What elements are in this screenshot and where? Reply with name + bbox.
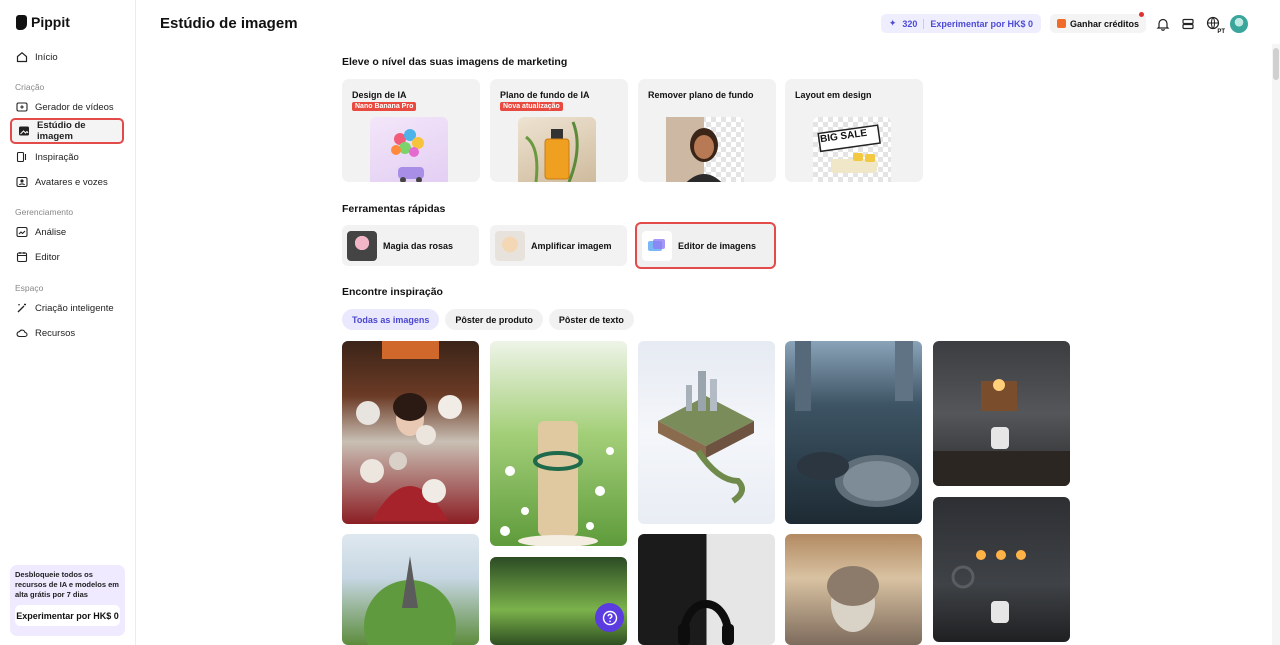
- cloud-icon: [16, 327, 28, 339]
- feature-badge: Nova atualização: [500, 102, 563, 111]
- dog-thumbnail: [495, 230, 525, 261]
- brand-name: Pippit: [31, 14, 70, 30]
- image-studio-icon: [18, 125, 30, 137]
- top-bar: ✦ 320 Experimentar por HK$ 0 Ganhar créd…: [880, 12, 1248, 35]
- sidebar-item-label: Editor: [35, 251, 60, 263]
- divider: [923, 18, 925, 29]
- sidebar-item-inspiration[interactable]: Inspiração: [10, 144, 124, 170]
- upgrade-promo-card: Desbloqueie todos os recursos de IA e mo…: [10, 565, 125, 636]
- sidebar-item-label: Início: [35, 51, 58, 63]
- feature-title: Design de IA: [352, 90, 407, 100]
- inspiration-icon: [16, 151, 28, 163]
- sidebar-item-label: Recursos: [35, 327, 76, 339]
- section-label-creation: Criação: [15, 82, 45, 92]
- sidebar-item-avatars-voices[interactable]: Avatares e vozes: [10, 169, 124, 195]
- gallery-image-earbuds-dark[interactable]: [933, 341, 1070, 486]
- pippit-logo-icon: [16, 14, 27, 30]
- sidebar-item-label: Gerador de vídeos: [35, 101, 114, 113]
- gift-icon: [1056, 19, 1066, 28]
- storage-icon[interactable]: [1180, 16, 1196, 32]
- earn-credits-button[interactable]: Ganhar créditos: [1049, 12, 1146, 33]
- promo-text: Desbloqueie todos os recursos de IA e mo…: [15, 570, 119, 599]
- feature-card-layout-design[interactable]: Layout em design BIG SALE: [785, 79, 923, 182]
- scrollbar-track[interactable]: [1272, 44, 1280, 645]
- gallery-image-woman-with-cats[interactable]: [342, 341, 479, 524]
- language-badge: PT: [1217, 28, 1225, 35]
- avatar-voice-icon: [16, 176, 28, 188]
- sidebar-item-editor[interactable]: Editor: [10, 244, 124, 270]
- feature-badge: Nano Banana Pro: [352, 102, 417, 111]
- sidebar-item-label: Estúdio de imagem: [37, 120, 86, 142]
- home-icon: [16, 51, 28, 63]
- perfume-bottle-image: [518, 117, 596, 182]
- gallery-image-manhole-cover[interactable]: [785, 341, 922, 524]
- sidebar-item-label: Criação inteligente: [35, 302, 114, 314]
- tab-all-images[interactable]: Todas as imagens: [342, 309, 440, 330]
- feature-card-remove-background[interactable]: Remover plano de fundo: [638, 79, 776, 182]
- help-button[interactable]: [595, 603, 624, 632]
- rose-thumbnail: [347, 230, 377, 261]
- sidebar-item-video-generator[interactable]: Gerador de vídeos: [10, 94, 124, 120]
- section-label-space: Espaço: [15, 283, 44, 293]
- image-editor-thumbnail: [642, 230, 672, 261]
- sidebar-item-label: Avatares e vozes: [35, 176, 108, 188]
- inspiration-title: Encontre inspiração: [342, 286, 443, 298]
- quick-tools-title: Ferramentas rápidas: [342, 203, 446, 215]
- sidebar-item-label: Inspiração: [35, 151, 79, 163]
- feature-title: Plano de fundo de IA: [500, 90, 590, 100]
- feature-card-ai-design[interactable]: Design de IA Nano Banana Pro: [342, 79, 480, 182]
- sidebar-item-analytics[interactable]: Análise: [10, 219, 124, 245]
- scrollbar-thumb[interactable]: [1273, 48, 1279, 80]
- gallery-image-earbuds-bulbs[interactable]: [933, 497, 1070, 642]
- sidebar-item-image-studio[interactable]: Estúdio de imagem: [10, 118, 124, 144]
- earn-credits-label: Ganhar créditos: [1069, 18, 1139, 29]
- feature-card-ai-background[interactable]: Plano de fundo de IA Nova atualização: [490, 79, 628, 182]
- bell-icon[interactable]: [1155, 16, 1171, 32]
- quick-tool-label: Amplificar imagem: [531, 240, 612, 251]
- help-question-icon: [602, 610, 617, 625]
- sidebar-item-home[interactable]: Início: [10, 44, 124, 70]
- sidebar-item-smart-creation[interactable]: Criação inteligente: [10, 295, 124, 321]
- gallery-image-eiffel-tower-globe[interactable]: [342, 534, 479, 645]
- credits-count: 320: [902, 18, 918, 29]
- gallery-image-statue-city[interactable]: [785, 534, 922, 645]
- promo-trial-button[interactable]: Experimentar por HK$ 0: [15, 605, 120, 626]
- tab-product-poster[interactable]: Pôster de produto: [445, 309, 543, 330]
- calendar-icon: [16, 251, 28, 263]
- quick-tool-label: Editor de imagens: [678, 240, 757, 251]
- analytics-icon: [16, 226, 28, 238]
- inspiration-tabs: Todas as imagens Pôster de produto Pôste…: [342, 309, 634, 330]
- big-sale-sofa-image: BIG SALE: [813, 117, 891, 182]
- portrait-cutout-image: [666, 117, 744, 182]
- video-plus-icon: [16, 101, 28, 113]
- sidebar: Pippit Início Criação Gerador de vídeos …: [0, 0, 136, 645]
- magic-wand-icon: [16, 302, 28, 314]
- trial-label: Experimentar por HK$ 0: [930, 18, 1033, 29]
- feature-title: Layout em design: [795, 90, 872, 100]
- credits-trial-pill[interactable]: ✦ 320 Experimentar por HK$ 0: [880, 14, 1041, 33]
- tab-text-poster[interactable]: Pôster de texto: [548, 309, 634, 330]
- balloon-car-image: [370, 117, 448, 182]
- app-window: Pippit Início Criação Gerador de vídeos …: [0, 0, 1280, 645]
- marketing-section-title: Eleve o nível das suas imagens de market…: [342, 56, 568, 68]
- quick-tool-label: Magia das rosas: [383, 240, 454, 251]
- page-title: Estúdio de imagem: [160, 15, 298, 32]
- brand-logo[interactable]: Pippit: [16, 14, 70, 30]
- user-avatar[interactable]: [1230, 14, 1248, 33]
- language-globe-icon[interactable]: PT: [1205, 16, 1225, 35]
- gallery-image-bracelet-product[interactable]: [490, 341, 627, 546]
- gallery-image-headphones[interactable]: [638, 534, 775, 645]
- notification-dot: [1139, 12, 1144, 17]
- section-label-management: Gerenciamento: [15, 207, 74, 217]
- sparkle-icon: ✦: [888, 18, 897, 28]
- quick-tool-upscale-image[interactable]: Amplificar imagem: [490, 225, 627, 266]
- feature-title: Remover plano de fundo: [648, 90, 754, 100]
- quick-tool-image-editor[interactable]: Editor de imagens: [635, 222, 776, 269]
- quick-tool-rose-magic[interactable]: Magia das rosas: [342, 225, 479, 266]
- sidebar-item-label: Análise: [35, 226, 67, 238]
- sidebar-item-resources[interactable]: Recursos: [10, 320, 124, 346]
- gallery-image-floating-city[interactable]: [638, 341, 775, 524]
